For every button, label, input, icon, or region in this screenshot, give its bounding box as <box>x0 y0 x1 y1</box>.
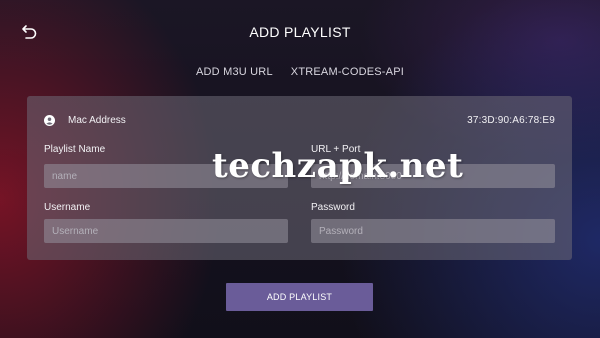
mac-address-value: 37:3D:90:A6:78:E9 <box>467 114 555 126</box>
tab-add-m3u-url[interactable]: ADD M3U URL <box>196 66 273 78</box>
playlist-name-label: Playlist Name <box>44 144 106 155</box>
page-title: ADD PLAYLIST <box>249 24 351 40</box>
username-label: Username <box>44 202 91 213</box>
account-circle-icon <box>44 114 55 126</box>
password-input[interactable] <box>311 219 555 243</box>
url-port-label: URL + Port <box>311 144 361 155</box>
tab-xtream-codes-api[interactable]: XTREAM-CODES-API <box>291 66 404 78</box>
tab-bar: ADD M3U URL XTREAM-CODES-API <box>0 66 600 78</box>
password-label: Password <box>311 202 355 213</box>
url-port-input[interactable] <box>311 164 555 188</box>
playlist-name-input[interactable] <box>44 164 288 188</box>
mac-address-label: Mac Address <box>68 114 126 126</box>
playlist-form-card: Mac Address 37:3D:90:A6:78:E9 Playlist N… <box>27 96 572 260</box>
username-input[interactable] <box>44 219 288 243</box>
add-playlist-button[interactable]: ADD PLAYLIST <box>226 283 373 311</box>
mac-address-row: Mac Address 37:3D:90:A6:78:E9 <box>44 113 555 127</box>
